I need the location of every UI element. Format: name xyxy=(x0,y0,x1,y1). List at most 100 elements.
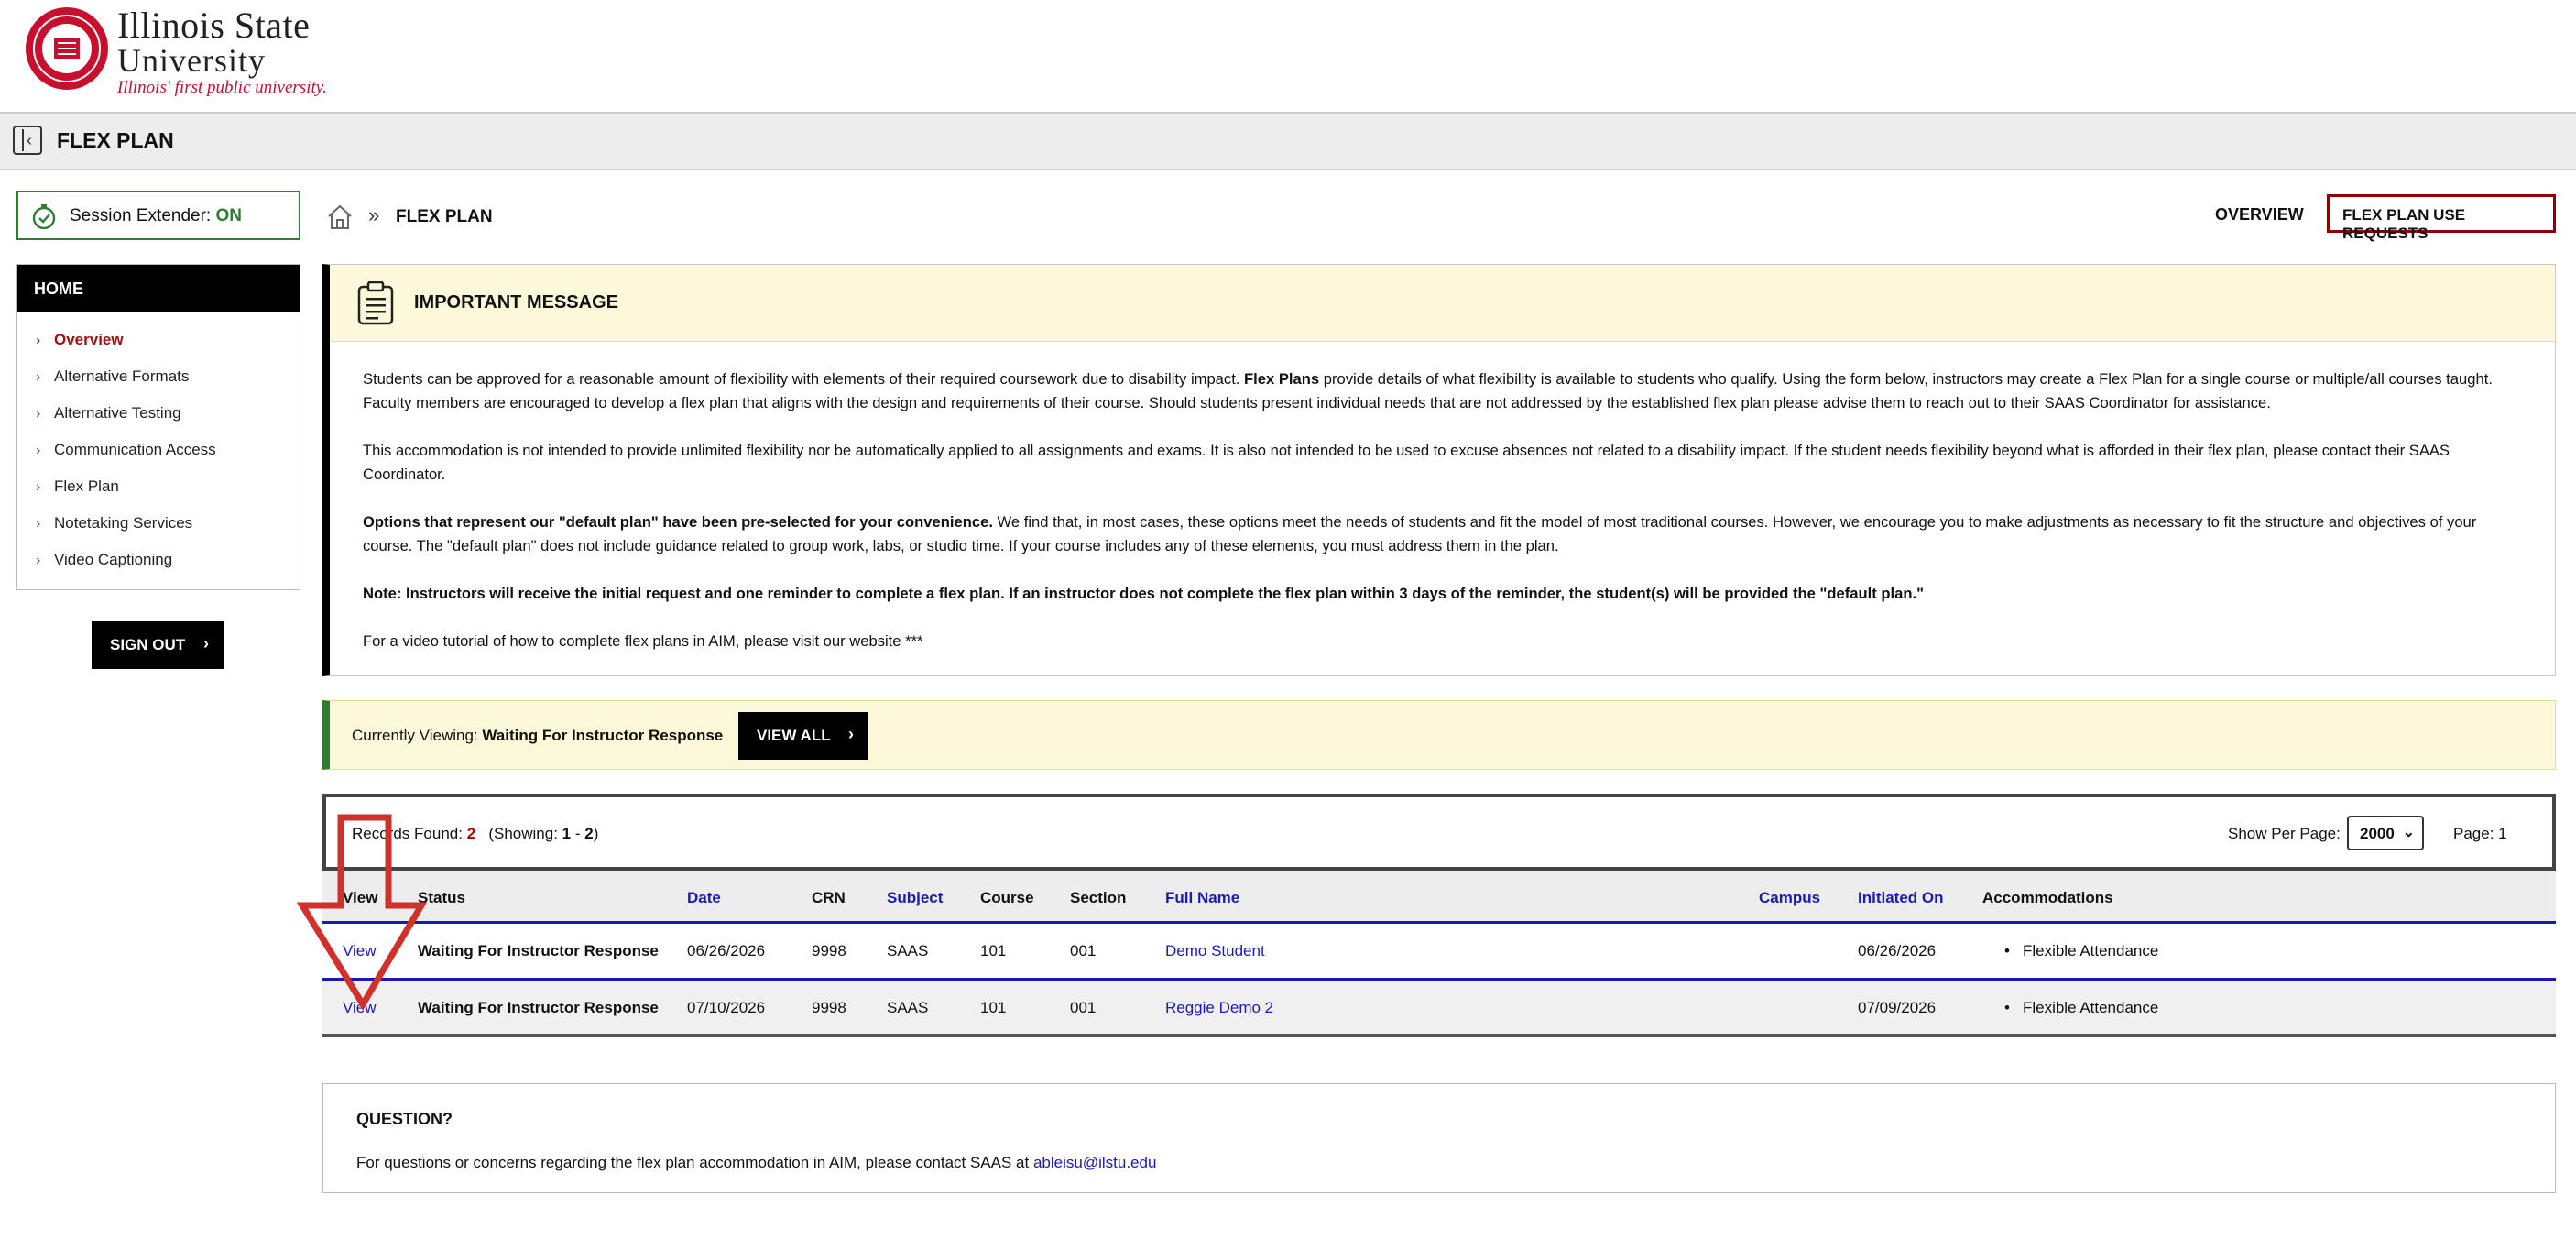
flex-plan-use-requests-button[interactable]: FLEX PLAN USE REQUESTS xyxy=(2327,194,2556,242)
row-status: Waiting For Instructor Response xyxy=(418,942,659,959)
message-paragraph: For a video tutorial of how to complete … xyxy=(363,632,923,650)
showing-to: 2 xyxy=(584,825,594,842)
sign-out-label: SIGN OUT xyxy=(110,636,186,653)
table-row: View Waiting For Instructor Response 07/… xyxy=(322,981,2556,1037)
per-page-select[interactable]: 2000 ⌄ xyxy=(2347,816,2424,850)
view-link[interactable]: View xyxy=(343,942,377,960)
row-course: 101 xyxy=(980,999,1007,1016)
showing-suffix: ) xyxy=(593,825,599,842)
sidebar-item-communication-access[interactable]: › Communication Access xyxy=(17,432,300,468)
message-text: Students can be approved for a reasonabl… xyxy=(363,370,1245,388)
message-bold-text: Note: Instructors will receive the initi… xyxy=(363,585,1924,602)
message-paragraph: Options that represent our "default plan… xyxy=(363,510,2522,558)
header-subject[interactable]: Subject xyxy=(887,889,943,907)
row-date: 07/10/2026 xyxy=(687,999,766,1016)
currently-viewing-bar: Currently Viewing: Waiting For Instructo… xyxy=(322,700,2556,770)
sidebar-nav-heading[interactable]: HOME xyxy=(17,265,300,312)
chevron-right-icon: › xyxy=(36,369,41,385)
logo-line-2: University xyxy=(117,42,266,79)
overview-link[interactable]: OVERVIEW xyxy=(2215,205,2304,225)
chevron-right-icon: › xyxy=(36,516,41,532)
message-paragraph: Students can be approved for a reasonabl… xyxy=(363,367,2522,415)
session-extender-text: Session Extender: xyxy=(70,206,212,225)
sidebar-item-alternative-formats[interactable]: › Alternative Formats xyxy=(17,358,300,395)
sidebar-item-label: Notetaking Services xyxy=(54,514,193,532)
header-crn: CRN xyxy=(812,889,846,906)
view-all-label: VIEW ALL xyxy=(757,727,831,744)
records-found: Records Found: 2 (Showing: 1 - 2) xyxy=(352,825,598,843)
important-message-panel: IMPORTANT MESSAGE Students can be approv… xyxy=(322,264,2556,676)
row-subject: SAAS xyxy=(887,942,929,959)
chevron-right-icon: › xyxy=(36,406,41,422)
breadcrumb-current: FLEX PLAN xyxy=(396,207,493,226)
sidebar-item-notetaking-services[interactable]: › Notetaking Services xyxy=(17,505,300,542)
logo-line-1: Illinois State xyxy=(117,5,311,46)
message-bold-text: Flex Plans xyxy=(1244,370,1320,388)
session-extender[interactable]: Session Extender: ON xyxy=(16,191,300,240)
chevron-right-icon: › xyxy=(36,479,41,495)
chevron-right-icon: › xyxy=(36,553,41,568)
page-title: FLEX PLAN xyxy=(57,128,174,152)
sidebar-toggle-icon[interactable]: ‹ xyxy=(13,126,42,155)
currently-viewing-label: Currently Viewing: Waiting For Instructo… xyxy=(352,727,723,745)
row-subject: SAAS xyxy=(887,999,929,1016)
sidebar-item-flex-plan[interactable]: › Flex Plan xyxy=(17,468,300,505)
sidebar-item-label: Communication Access xyxy=(54,441,216,458)
question-text: For questions or concerns regarding the … xyxy=(356,1154,1156,1172)
app-title-bar: ‹ FLEX PLAN xyxy=(0,114,2576,170)
sidebar-nav: HOME › Overview › Alternative Formats › Alt… xyxy=(16,264,300,590)
important-message-title: IMPORTANT MESSAGE xyxy=(414,292,618,312)
sidebar-item-label: Alternative Testing xyxy=(54,404,181,422)
show-per-page-label: Show Per Page: xyxy=(2228,825,2341,842)
row-initiated-on: 06/26/2026 xyxy=(1858,942,1937,959)
showing-separator: - xyxy=(571,825,585,842)
header-full-name[interactable]: Full Name xyxy=(1165,889,1239,907)
sidebar-item-label: Video Captioning xyxy=(54,551,173,568)
contact-email-link[interactable]: ableisu@ilstu.edu xyxy=(1033,1154,1156,1171)
header-date[interactable]: Date xyxy=(687,889,721,907)
breadcrumb-separator: » xyxy=(368,203,380,226)
records-summary: Records Found: 2 (Showing: 1 - 2) Show P… xyxy=(322,794,2556,871)
flex-plan-table: View Status Date CRN Subject Course Sect… xyxy=(322,871,2556,1037)
important-message-header: IMPORTANT MESSAGE xyxy=(330,265,2555,342)
logo-wordmark[interactable]: Illinois State University Illinois' firs… xyxy=(117,7,327,99)
header-course: Course xyxy=(980,889,1034,906)
header-initiated-on[interactable]: Initiated On xyxy=(1858,889,1944,907)
row-full-name-link[interactable]: Demo Student xyxy=(1165,942,1265,960)
sidebar-item-label: Flex Plan xyxy=(54,477,119,495)
chevron-down-icon: ⌄ xyxy=(2402,825,2415,840)
session-extender-state: ON xyxy=(215,206,242,225)
stopwatch-icon xyxy=(32,204,56,229)
row-section: 001 xyxy=(1070,942,1097,959)
row-date: 06/26/2026 xyxy=(687,942,766,959)
header-status: Status xyxy=(418,889,465,906)
message-note: Note: Instructors will receive the initi… xyxy=(363,582,2522,606)
row-crn: 9998 xyxy=(812,942,846,959)
session-extender-label: Session Extender: ON xyxy=(70,206,242,226)
sign-out-button[interactable]: SIGN OUT › xyxy=(92,621,224,669)
sidebar-item-overview[interactable]: › Overview xyxy=(17,322,300,358)
row-accommodation: Flexible Attendance xyxy=(2004,999,2158,1017)
sidebar-item-alternative-testing[interactable]: › Alternative Testing xyxy=(17,395,300,432)
sidebar-nav-list: › Overview › Alternative Formats › Alternat… xyxy=(17,312,300,578)
row-status: Waiting For Instructor Response xyxy=(418,999,659,1016)
records-found-label: Records Found: xyxy=(352,825,463,842)
chevron-right-icon: › xyxy=(203,634,209,652)
header-campus[interactable]: Campus xyxy=(1759,889,1820,907)
message-paragraph: This accommodation is not intended to pr… xyxy=(363,442,2450,483)
logo-tagline: Illinois' first public university. xyxy=(117,78,327,97)
per-page-value: 2000 xyxy=(2360,825,2395,842)
view-all-button[interactable]: VIEW ALL › xyxy=(738,712,868,760)
view-link[interactable]: View xyxy=(343,999,377,1017)
showing-prefix: (Showing: xyxy=(488,825,558,842)
home-icon[interactable] xyxy=(326,203,354,231)
site-header: Illinois State University Illinois' firs… xyxy=(0,0,2576,114)
row-full-name-link[interactable]: Reggie Demo 2 xyxy=(1165,999,1273,1017)
row-course: 101 xyxy=(980,942,1007,959)
row-accommodation: Flexible Attendance xyxy=(2004,942,2158,960)
question-body: For questions or concerns regarding the … xyxy=(356,1154,1033,1171)
sidebar-item-video-captioning[interactable]: › Video Captioning xyxy=(17,542,300,578)
seal-logo-icon[interactable] xyxy=(24,5,110,92)
row-initiated-on: 07/09/2026 xyxy=(1858,999,1937,1016)
header-view: View xyxy=(343,889,378,906)
